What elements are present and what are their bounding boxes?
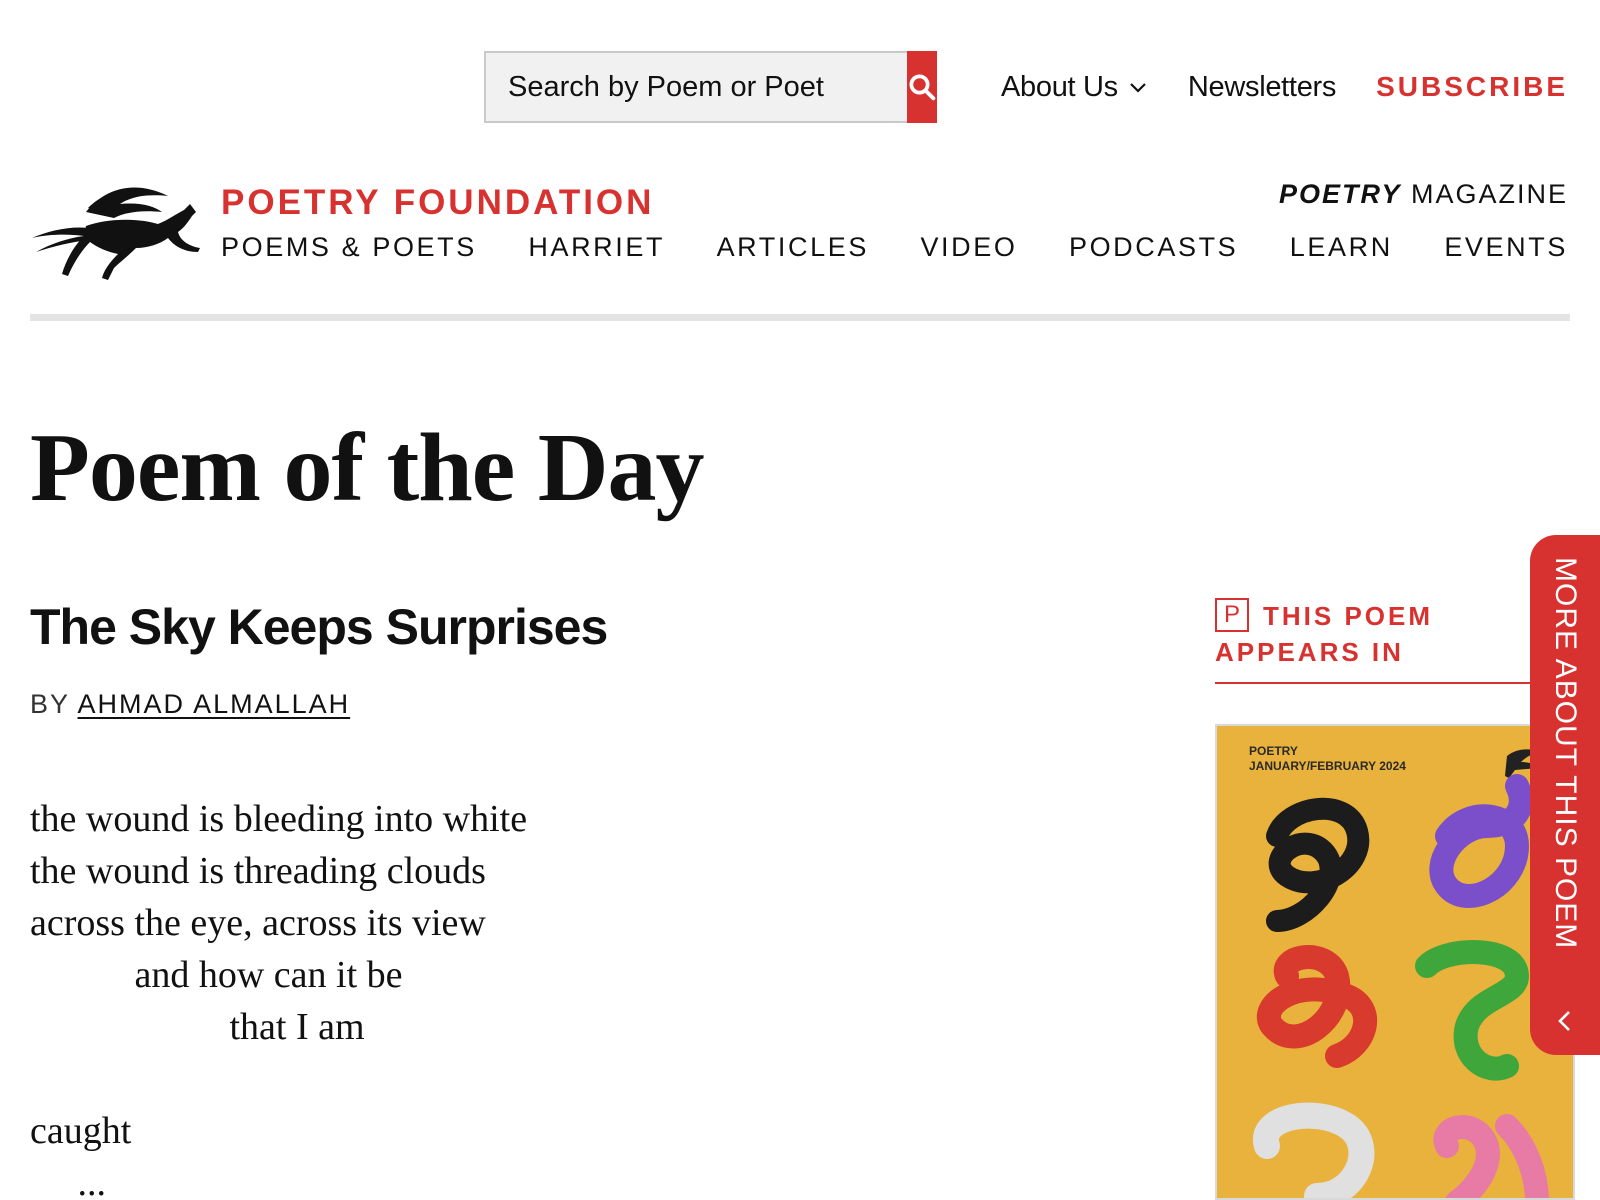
utility-nav: About Us Newsletters SUBSCRIBE xyxy=(1001,62,1568,112)
poem-line: caught xyxy=(30,1110,132,1152)
cover-artwork xyxy=(1253,749,1549,1198)
author-link[interactable]: AHMAD ALMALLAH xyxy=(78,689,351,719)
poem-line: ... xyxy=(30,1162,107,1200)
poem-line: that I am xyxy=(30,1006,365,1048)
poem-line: across the eye, across its view xyxy=(30,902,486,944)
search-icon xyxy=(909,74,936,101)
pegasus-logo-icon[interactable] xyxy=(28,182,202,286)
poem-line: the wound is threading clouds xyxy=(30,850,486,892)
magazine-rest: MAGAZINE xyxy=(1401,179,1568,209)
nav-podcasts[interactable]: PODCASTS xyxy=(1069,232,1238,263)
poem-line: the wound is bleeding into white xyxy=(30,798,528,840)
brand-name[interactable]: POETRY FOUNDATION xyxy=(221,183,654,223)
magazine-cover[interactable]: POETRY JANUARY/FEBRUARY 2024 xyxy=(1215,724,1575,1200)
search-button[interactable] xyxy=(907,51,937,123)
magazine-bold: POETRY xyxy=(1278,179,1402,209)
about-us-menu[interactable]: About Us xyxy=(1001,71,1148,104)
subscribe-link[interactable]: SUBSCRIBE xyxy=(1376,71,1568,103)
newsletters-link[interactable]: Newsletters xyxy=(1188,71,1336,104)
poetry-magazine-link[interactable]: POETRY MAGAZINE xyxy=(1279,179,1568,210)
about-us-label: About Us xyxy=(1001,70,1118,103)
nav-divider xyxy=(30,314,1570,321)
p-icon: P xyxy=(1215,598,1249,632)
chevron-down-icon xyxy=(1130,83,1146,93)
nav-harriet[interactable]: HARRIET xyxy=(528,232,665,263)
more-about-poem-tab[interactable]: MORE ABOUT THIS POEM xyxy=(1530,535,1600,1055)
nav-learn[interactable]: LEARN xyxy=(1290,232,1393,263)
nav-poems-poets[interactable]: POEMS & POETS xyxy=(221,232,477,263)
poem-line xyxy=(30,1053,527,1105)
chevron-left-icon xyxy=(1558,1011,1570,1031)
page-title: Poem of the Day xyxy=(30,414,705,522)
search-input[interactable] xyxy=(486,53,907,121)
nav-articles[interactable]: ARTICLES xyxy=(717,232,869,263)
poem-body: the wound is bleeding into white the wou… xyxy=(30,793,527,1200)
byline-prefix: BY xyxy=(30,689,78,719)
nav-events[interactable]: EVENTS xyxy=(1444,232,1568,263)
main-nav: POEMS & POETS HARRIET ARTICLES VIDEO POD… xyxy=(221,232,1568,263)
appears-in-heading: P THIS POEM APPEARS IN xyxy=(1215,598,1545,684)
byline: BY AHMAD ALMALLAH xyxy=(30,689,350,720)
nav-video[interactable]: VIDEO xyxy=(920,232,1017,263)
search-box xyxy=(484,51,937,123)
more-about-poem-label: MORE ABOUT THIS POEM xyxy=(1549,557,1582,950)
poem-line: and how can it be xyxy=(30,954,403,996)
poem-title: The Sky Keeps Surprises xyxy=(30,599,608,655)
